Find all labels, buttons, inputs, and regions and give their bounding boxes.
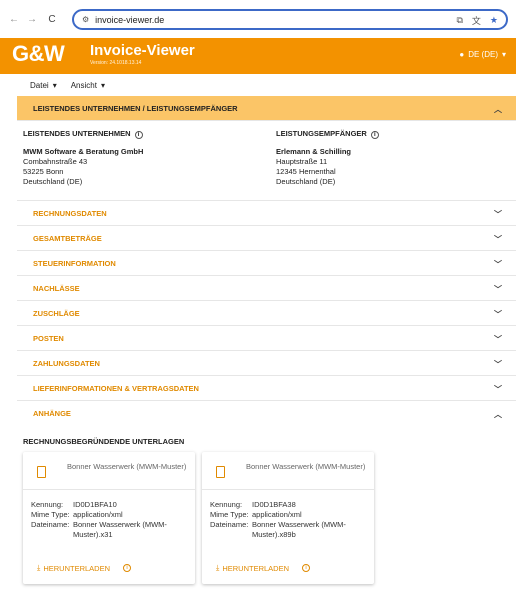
app-version: Version: 24.1018.13.14 [90, 60, 142, 66]
logo: G&W [12, 41, 65, 66]
chevron-down-icon: ﹀ [494, 335, 502, 344]
section-nachlaesse[interactable]: NACHLÄSSE ﹀ [17, 276, 516, 301]
chevron-down-icon: ﹀ [494, 360, 502, 369]
attachments-subtitle: RECHNUNGSBEGRÜNDENDE UNTERLAGEN [23, 437, 185, 446]
attachment-filename: Bonner Wasserwerk (MWM-Muster).x31 [73, 520, 167, 539]
app-header: G&W Invoice-Viewer Version: 24.1018.13.1… [0, 38, 516, 74]
section-zuschlaege[interactable]: ZUSCHLÄGE ﹀ [17, 301, 516, 326]
attachment-card: Bonner Wasserwerk (MWM-Muster) Kennung: I… [202, 452, 374, 584]
caret-down-icon: ▾ [100, 80, 105, 90]
seller-name: MWM Software & Beratung GmbH [23, 147, 144, 156]
bookmark-star-icon[interactable]: ★ [490, 15, 498, 26]
info-icon[interactable]: i [123, 564, 132, 572]
chevron-up-icon: ︿ [494, 410, 502, 419]
chevron-down-icon: ﹀ [494, 310, 502, 319]
menu-bar: Datei ▾ Ansicht ▾ [0, 74, 516, 96]
seller-block: LEISTENDES UNTERNEHMEN i MWM Software & B… [23, 129, 144, 186]
section-zahlungsdaten[interactable]: ZAHLUNGSDATEN ﹀ [17, 351, 516, 376]
buyer-city: 12345 Hernenthal [276, 167, 336, 176]
app-title: Invoice-Viewer [90, 42, 195, 59]
parties-panel: LEISTENDES UNTERNEHMEN i MWM Software & B… [17, 121, 516, 201]
caret-down-icon: ▾ [501, 50, 506, 59]
caret-down-icon: ▾ [52, 80, 57, 90]
attachment-mime: application/xml [73, 510, 123, 519]
install-app-icon[interactable]: ⧉ [456, 15, 462, 26]
section-lieferinformationen[interactable]: LIEFERINFORMATIONEN & VERTRAGSDATEN ﹀ [17, 376, 516, 401]
section-rechnungsdaten[interactable]: RECHNUNGSDATEN ﹀ [17, 201, 516, 226]
browser-toolbar: ← → C ⚙ invoice-viewer.de ⧉ 文 ★ [0, 0, 516, 38]
info-icon[interactable]: i [134, 131, 143, 139]
chevron-down-icon: ﹀ [494, 260, 502, 269]
document-icon [216, 466, 225, 478]
language-selector[interactable]: ● DE (DE) ▾ [459, 50, 506, 59]
buyer-country: Deutschland (DE) [276, 177, 336, 186]
section-gesamtbetraege[interactable]: GESAMTBETRÄGE ﹀ [17, 226, 516, 251]
download-icon: ⤓ [37, 563, 41, 572]
chevron-down-icon: ﹀ [494, 210, 502, 219]
chevron-down-icon: ﹀ [494, 285, 502, 294]
attachment-kennung: ID0D1BFA38 [252, 500, 296, 509]
section-parties[interactable]: LEISTENDES UNTERNEHMEN / LEISTUNGSEMPFÄN… [17, 96, 516, 121]
language-label: DE (DE) [468, 50, 498, 59]
site-settings-icon[interactable]: ⚙ [82, 15, 89, 24]
download-button[interactable]: ⤓ HERUNTERLADEN i [216, 563, 311, 573]
attachment-title: Bonner Wasserwerk (MWM-Muster) [67, 462, 187, 471]
url-text: invoice-viewer.de [95, 14, 165, 25]
buyer-block: LEISTUNGSEMPFÄNGER i Erlemann & Schilling… [276, 129, 379, 187]
buyer-street: Hauptstraße 11 [276, 157, 328, 166]
seller-city: 53225 Bonn [23, 167, 64, 176]
download-button[interactable]: ⤓ HERUNTERLADEN i [37, 563, 132, 573]
attachment-card: Bonner Wasserwerk (MWM-Muster) Kennung: I… [23, 452, 195, 584]
seller-country: Deutschland (DE) [23, 177, 83, 186]
attachment-filename: Bonner Wasserwerk (MWM-Muster).x89b [252, 520, 346, 539]
reload-icon[interactable]: C [45, 12, 59, 26]
seller-street: Combahnstraße 43 [23, 157, 88, 166]
chevron-down-icon: ﹀ [494, 235, 502, 244]
translate-icon[interactable]: 文 [472, 14, 481, 27]
download-icon: ⤓ [216, 563, 220, 572]
buyer-name: Erlemann & Schilling [276, 147, 352, 156]
forward-icon[interactable]: → [25, 12, 39, 26]
back-icon[interactable]: ← [7, 12, 21, 26]
address-bar[interactable]: ⚙ invoice-viewer.de ⧉ 文 ★ [72, 9, 508, 30]
chevron-up-icon: ︿ [494, 105, 502, 114]
main-content: LEISTENDES UNTERNEHMEN / LEISTUNGSEMPFÄN… [17, 96, 516, 426]
menu-ansicht[interactable]: Ansicht ▾ [71, 81, 105, 90]
section-steuerinformation[interactable]: STEUERINFORMATION ﹀ [17, 251, 516, 276]
attachment-mime: application/xml [252, 510, 302, 519]
attachment-title: Bonner Wasserwerk (MWM-Muster) [246, 462, 366, 471]
globe-icon: ● [459, 50, 465, 59]
info-icon[interactable]: i [302, 564, 311, 572]
info-icon[interactable]: i [370, 131, 379, 139]
section-posten[interactable]: POSTEN ﹀ [17, 326, 516, 351]
menu-datei[interactable]: Datei ▾ [30, 81, 57, 90]
document-icon [37, 466, 46, 478]
chevron-down-icon: ﹀ [494, 385, 502, 394]
attachment-kennung: ID0D1BFA10 [73, 500, 117, 509]
section-anhaenge[interactable]: ANHÄNGE ︿ [17, 401, 516, 426]
